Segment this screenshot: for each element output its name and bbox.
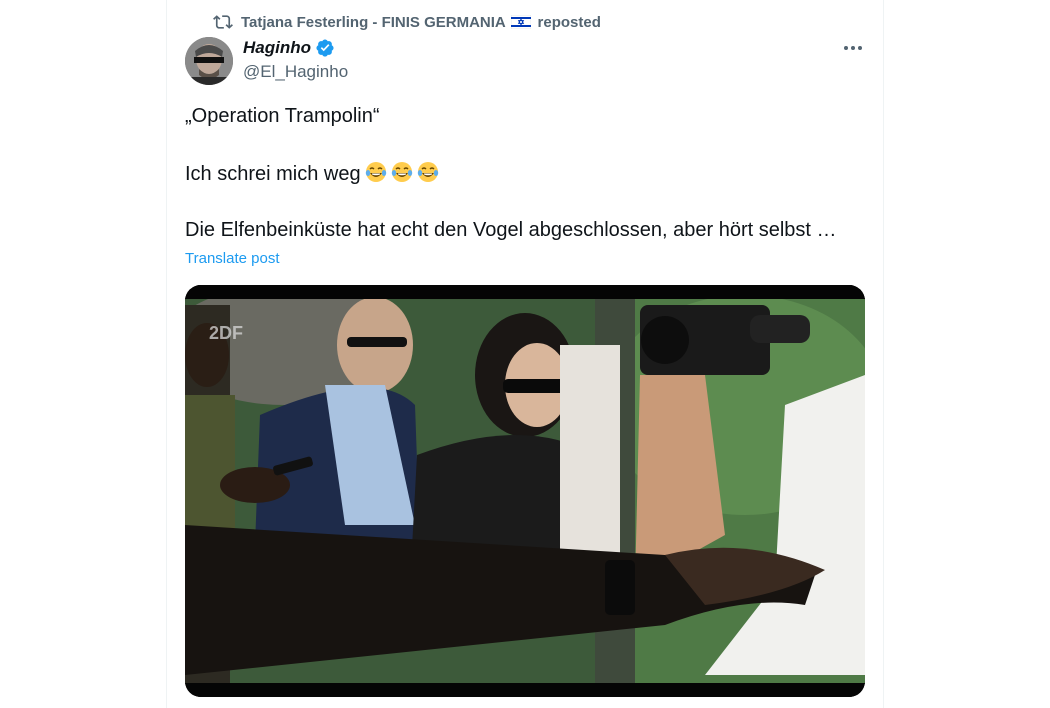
verified-badge-icon[interactable] xyxy=(315,38,335,58)
translate-post-link[interactable]: Translate post xyxy=(185,250,280,267)
post-line-1: „Operation Trampolin“ xyxy=(185,105,380,127)
laughing-emoji-icon xyxy=(391,161,413,183)
repost-icon xyxy=(213,12,233,32)
more-options-icon[interactable] xyxy=(838,36,868,60)
laughing-emoji-icon xyxy=(417,161,439,183)
repost-user-name[interactable]: Tatjana Festerling - FINIS GERMANIA xyxy=(241,14,505,31)
post-line-2: Ich schrei mich weg xyxy=(185,161,439,186)
video-watermark: 2DF xyxy=(209,323,243,343)
author-avatar[interactable] xyxy=(185,37,233,85)
author-block: Haginho @El_Haginho xyxy=(243,37,348,82)
post-line-2-text: Ich schrei mich weg xyxy=(185,163,361,185)
israel-flag-icon xyxy=(511,14,532,29)
video-frame: 2DF xyxy=(185,285,865,697)
author-handle[interactable]: @El_Haginho xyxy=(243,62,348,82)
video-player[interactable]: 2DF xyxy=(185,285,865,697)
laughing-emoji-icon xyxy=(365,161,387,183)
repost-suffix: reposted xyxy=(537,13,601,31)
author-display-name[interactable]: Haginho xyxy=(243,38,311,58)
repost-indicator[interactable]: Tatjana Festerling - FINIS GERMANIA repo… xyxy=(213,12,601,32)
post-line-3: Die Elfenbeinküste hat echt den Vogel ab… xyxy=(185,219,837,241)
